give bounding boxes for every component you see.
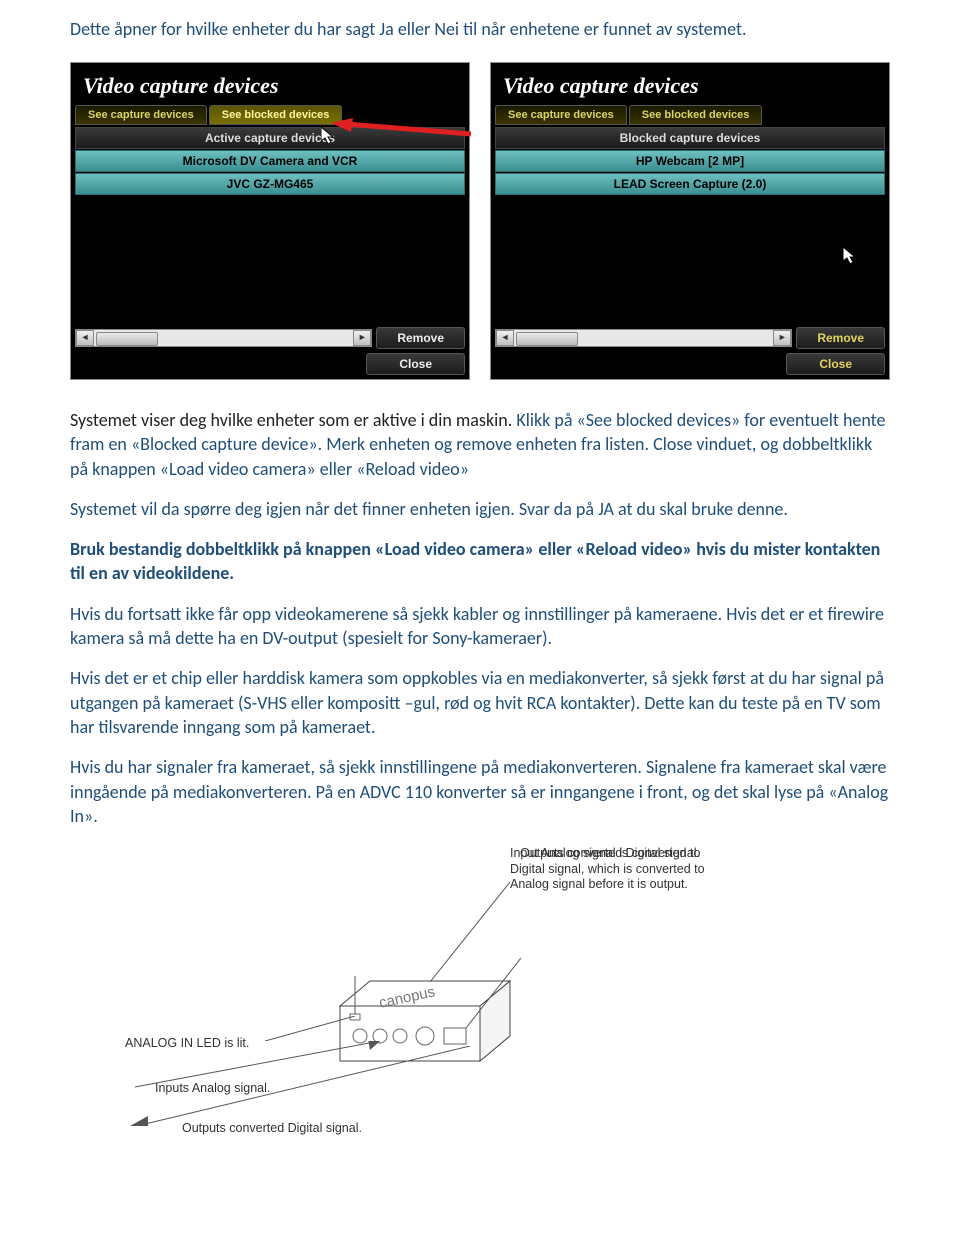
device-row[interactable]: HP Webcam [2 MP] [495,150,885,172]
paragraph: Systemet vil da spørre deg igjen når det… [70,497,890,521]
converter-diagram: canopus Input Analog signal is converted… [70,846,890,1136]
paragraph: Hvis det er et chip eller harddisk kamer… [70,666,890,739]
paragraph: Hvis du fortsatt ikke får opp videokamer… [70,602,890,651]
intro-text: Dette åpner for hvilke enheter du har sa… [70,18,890,40]
remove-button[interactable]: Remove [376,327,465,349]
tab-see-blocked[interactable]: See blocked devices [629,105,763,125]
cursor-icon [321,127,335,145]
remove-button[interactable]: Remove [796,327,885,349]
left-capture-window: Video capture devices See capture device… [70,62,470,380]
window-title: Video capture devices [71,63,469,105]
diagram-label-mid: Outputs converted Digital signal. [520,846,700,862]
scroll-thumb[interactable] [96,332,158,346]
close-button[interactable]: Close [786,353,885,375]
scroll-right-icon[interactable]: ► [773,330,791,346]
cursor-icon [843,247,857,265]
scroll-left-icon[interactable]: ◄ [76,330,94,346]
list-header: Active capture devices [75,127,465,149]
close-button[interactable]: Close [366,353,465,375]
scroll-thumb[interactable] [516,332,578,346]
tab-see-blocked[interactable]: See blocked devices [209,105,343,125]
horizontal-scrollbar[interactable]: ◄ ► [495,329,792,347]
window-title: Video capture devices [491,63,889,105]
paragraph: Systemet viser deg hvilke enheter som er… [70,408,890,481]
device-row[interactable]: Microsoft DV Camera and VCR [75,150,465,172]
leader-line [265,1016,355,1041]
horizontal-scrollbar[interactable]: ◄ ► [75,329,372,347]
leader-line [466,958,521,1028]
scroll-left-icon[interactable]: ◄ [496,330,514,346]
paragraph: Hvis du har signaler fra kameraet, så sj… [70,755,890,828]
device-row[interactable]: JVC GZ-MG465 [75,173,465,195]
device-row[interactable]: LEAD Screen Capture (2.0) [495,173,885,195]
right-capture-window: Video capture devices See capture device… [490,62,890,380]
scroll-right-icon[interactable]: ► [353,330,371,346]
screenshot-row: Video capture devices See capture device… [70,62,890,380]
arrow-outputs [130,1046,470,1126]
tab-see-capture[interactable]: See capture devices [75,105,207,125]
list-header: Blocked capture devices [495,127,885,149]
tab-see-capture[interactable]: See capture devices [495,105,627,125]
paragraph-emphasis: Bruk bestandig dobbeltklikk på knappen «… [70,537,890,586]
